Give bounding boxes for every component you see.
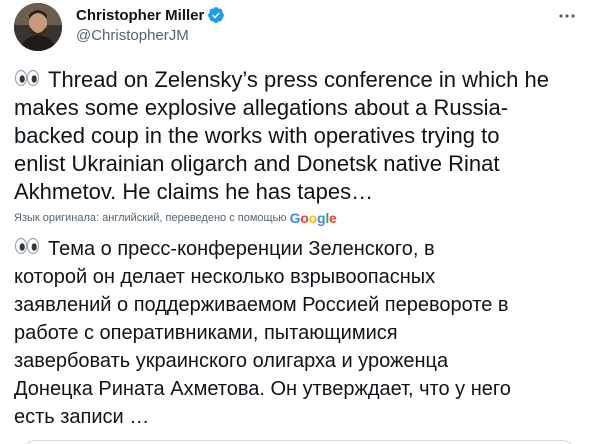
translated-text-line-1: Тема о пресс-конференции Зеленского, в <box>48 238 435 260</box>
author-names: Christopher Miller @ChristopherJM <box>76 5 225 44</box>
translated-text-rest: которой он делает несколько взрывоопасны… <box>14 266 511 428</box>
display-name-row: Christopher Miller <box>76 5 225 25</box>
translated-text: Тема о пресс-конференции Зеленского, в к… <box>14 235 586 431</box>
tweet-text-line-1: Thread on Zelensky’s press conference in… <box>48 67 549 92</box>
verified-badge-icon <box>207 6 225 24</box>
tweet-text-rest: makes some explosive allegations about a… <box>14 95 509 204</box>
translation-note-text: Язык оригинала: английский, переведено с… <box>14 212 287 224</box>
google-logo[interactable]: Google <box>290 210 337 226</box>
author-handle[interactable]: @ChristopherJM <box>76 27 225 44</box>
tweet-header: Christopher Miller @ChristopherJM <box>14 0 580 56</box>
more-options-icon[interactable] <box>556 6 578 26</box>
translation-note: Язык оригинала: английский, переведено с… <box>14 210 337 226</box>
tweet: Christopher Miller @ChristopherJM Thread… <box>0 0 594 444</box>
quoted-card-edge[interactable] <box>24 440 574 444</box>
eyes-emoji-icon <box>14 235 40 257</box>
eyes-emoji-icon <box>14 67 40 89</box>
avatar[interactable] <box>14 3 62 51</box>
tweet-text: Thread on Zelensky’s press conference in… <box>14 66 584 206</box>
display-name[interactable]: Christopher Miller <box>76 7 204 24</box>
